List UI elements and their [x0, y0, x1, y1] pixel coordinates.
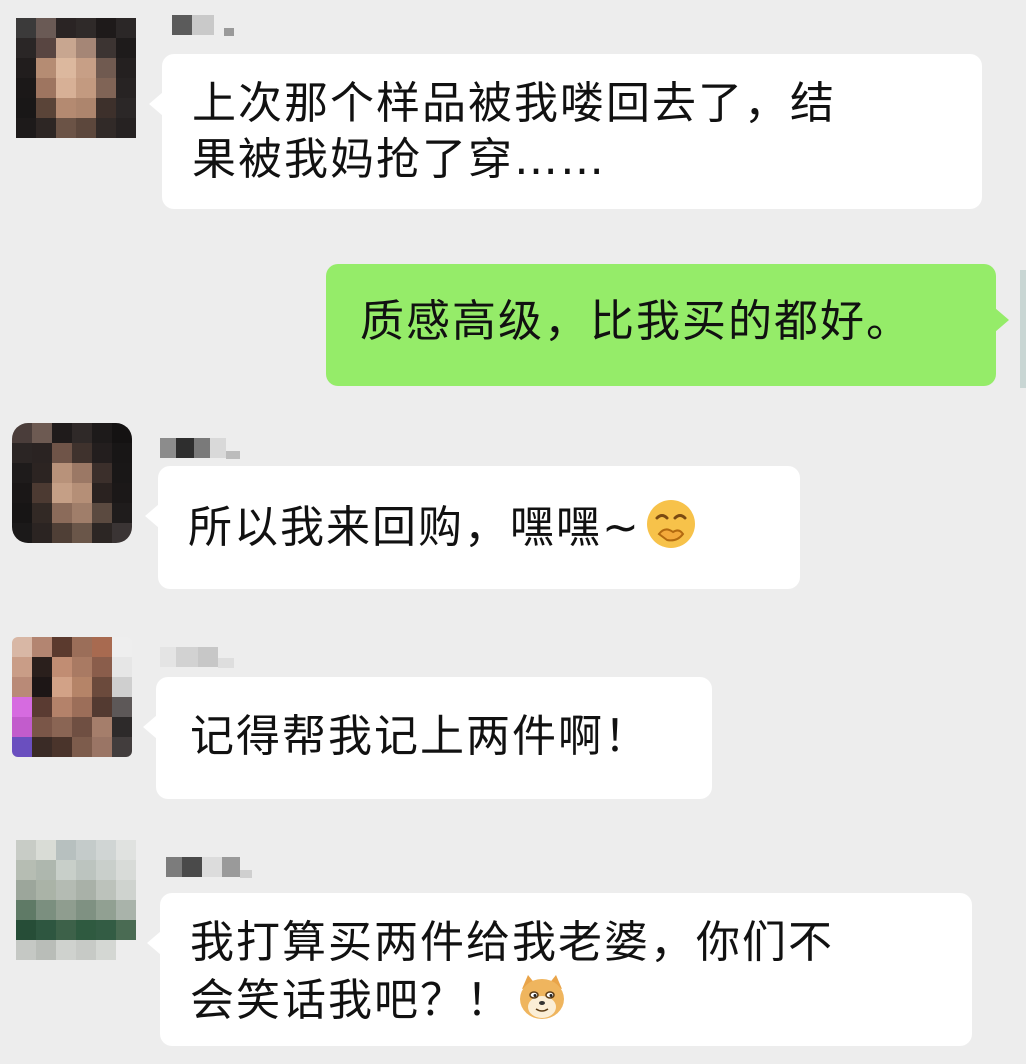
- message-text-line: 上次那个样品被我喽回去了，结: [192, 78, 836, 129]
- sender-name-blurred: [172, 14, 234, 36]
- message-text-line: 果被我妈抢了穿……: [192, 134, 606, 185]
- message-text: 所以我来回购，嘿嘿~: [188, 502, 641, 553]
- message-text-line: 我打算买两件给我老婆，你们不: [190, 917, 834, 968]
- message-bubble[interactable]: 我打算买两件给我老婆，你们不 会笑话我吧？！: [147, 893, 972, 1046]
- avatar-edge: [1020, 270, 1026, 388]
- message-bubble[interactable]: 所以我来回购，嘿嘿~: [145, 466, 800, 589]
- sender-name-blurred: [166, 856, 252, 878]
- message-bubble-outgoing[interactable]: 质感高级，比我买的都好。: [326, 264, 1009, 386]
- doge-icon: [520, 975, 564, 1019]
- message-bubble[interactable]: 上次那个样品被我喽回去了，结 果被我妈抢了穿……: [149, 54, 982, 209]
- message-text-line: 会笑话我吧？！: [190, 971, 942, 1029]
- sender-name-blurred: [160, 646, 234, 668]
- avatar[interactable]: [16, 840, 136, 960]
- message-text-line: 质感高级，比我买的都好。: [360, 296, 912, 347]
- covering-mouth-smile-icon: [646, 500, 695, 548]
- message-bubble[interactable]: 记得帮我记上两件啊！: [143, 677, 712, 799]
- avatar[interactable]: [12, 423, 132, 543]
- avatar[interactable]: [16, 18, 136, 138]
- sender-name-blurred: [160, 437, 240, 459]
- message-text-line: 记得帮我记上两件啊！: [190, 711, 650, 762]
- message-text: 会笑话我吧？！: [190, 975, 512, 1026]
- avatar[interactable]: [12, 637, 132, 757]
